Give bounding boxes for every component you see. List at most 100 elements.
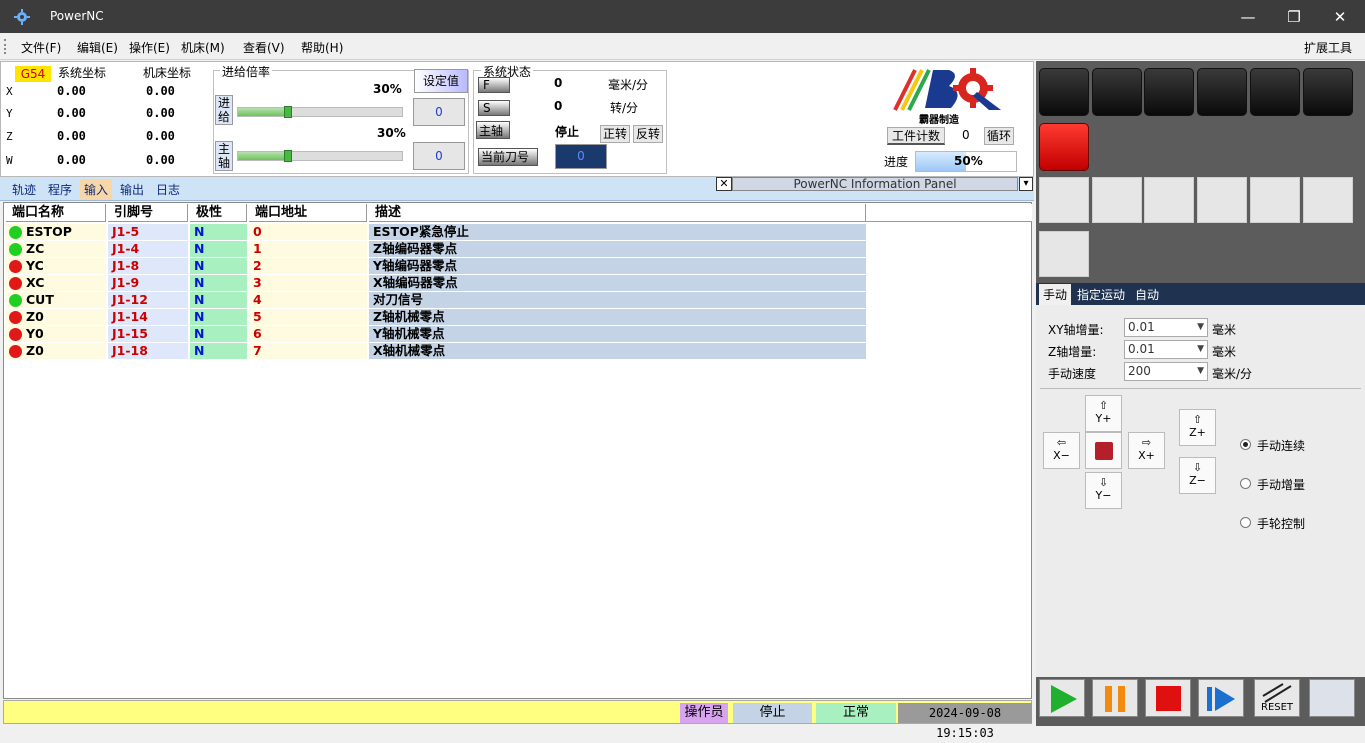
xy-increment-select[interactable]: 0.01 ▼ (1124, 318, 1208, 337)
polarity-cell: N (190, 258, 247, 274)
mode-handwheel-radio[interactable] (1240, 517, 1251, 528)
run-button[interactable] (1039, 679, 1085, 717)
jog-y-minus-label: Y− (1095, 489, 1112, 502)
menu-extensions[interactable]: 扩展工具 (1304, 39, 1352, 56)
port-name-cell: Z0 (6, 309, 106, 325)
feed-rate-value: 0 (554, 76, 563, 90)
blank-control-button[interactable] (1309, 679, 1355, 717)
info-panel-dropdown-button[interactable]: ▾ (1019, 177, 1033, 191)
macro-key-2[interactable] (1092, 68, 1142, 116)
mode-increment-radio[interactable] (1240, 478, 1251, 489)
tab-trajectory[interactable]: 轨迹 (12, 181, 36, 198)
function-key-2[interactable] (1092, 177, 1142, 223)
function-key-7[interactable] (1039, 231, 1089, 277)
z-increment-value: 0.01 (1128, 342, 1155, 356)
jog-y-plus-button[interactable]: ⇧ Y+ (1085, 395, 1122, 432)
description-cell: Y轴编码器零点 (369, 258, 866, 274)
menu-edit[interactable]: 编辑(E) (77, 39, 118, 56)
spindle-slider-thumb[interactable] (283, 150, 292, 162)
tab-program[interactable]: 程序 (48, 181, 72, 198)
pin-cell: J1-5 (108, 224, 188, 240)
menu-view[interactable]: 查看(V) (243, 39, 285, 56)
tab-output[interactable]: 输出 (120, 181, 144, 198)
chevron-down-icon: ▼ (1197, 366, 1204, 376)
z-increment-select[interactable]: 0.01 ▼ (1124, 340, 1208, 359)
function-key-6[interactable] (1303, 177, 1353, 223)
function-key-3[interactable] (1144, 177, 1194, 223)
spindle-set-value[interactable]: 0 (413, 142, 465, 170)
spindle-slider-fill (238, 152, 288, 160)
function-key-1[interactable] (1039, 177, 1089, 223)
feed-slider[interactable] (237, 106, 403, 118)
axis-label: W (6, 154, 13, 167)
macro-key-3[interactable] (1144, 68, 1194, 116)
port-name-cell: XC (6, 275, 106, 291)
info-panel-close-button[interactable]: ✕ (716, 177, 732, 191)
menu-file[interactable]: 文件(F) (21, 39, 61, 56)
table-row[interactable]: Z0 J1-14 N 5 Z轴机械零点 (4, 309, 866, 326)
work-count-button[interactable]: 工件计数 (887, 127, 945, 145)
jog-speed-select[interactable]: 200 ▼ (1124, 362, 1208, 381)
mach-coord-label: 机床坐标 (143, 66, 192, 80)
feed-slider-fill (238, 108, 288, 116)
tab-auto[interactable]: 自动 (1135, 286, 1159, 303)
address-cell: 2 (249, 258, 367, 274)
status-dot-icon (9, 294, 22, 307)
feed-rate-unit: 毫米/分 (608, 78, 649, 92)
emergency-stop-key[interactable] (1039, 123, 1089, 171)
tab-input[interactable]: 输入 (80, 179, 113, 200)
right-control-panel: 手动 指定运动 自动 XY轴增量: 0.01 ▼ 毫米 Z轴增量: 0.01 ▼ 毫… (1036, 61, 1365, 726)
tab-log[interactable]: 日志 (156, 181, 180, 198)
table-row[interactable]: ESTOP J1-5 N 0 ESTOP紧急停止 (4, 224, 866, 241)
feed-label: 进给 (215, 95, 233, 125)
macro-key-5[interactable] (1250, 68, 1300, 116)
reset-button[interactable]: RESET (1254, 679, 1300, 717)
menu-operate[interactable]: 操作(E) (129, 39, 170, 56)
machine-state: 停止 (733, 703, 812, 723)
tab-positioning[interactable]: 指定运动 (1077, 286, 1125, 303)
mode-continuous-radio[interactable] (1240, 439, 1251, 450)
spindle-forward-button[interactable]: 正转 (600, 125, 630, 143)
jog-z-minus-button[interactable]: ⇩ Z− (1179, 457, 1216, 494)
table-row[interactable]: Z0 J1-18 N 7 X轴机械零点 (4, 343, 866, 360)
macro-key-1[interactable] (1039, 68, 1089, 116)
feed-rate-label: F (478, 77, 510, 93)
arrow-left-icon: ⇦ (1056, 436, 1067, 449)
jog-x-plus-button[interactable]: ⇨ X+ (1128, 432, 1165, 469)
sys-coord-w: 0.00 (57, 153, 86, 167)
menu-machine[interactable]: 机床(M) (181, 39, 225, 56)
function-key-5[interactable] (1250, 177, 1300, 223)
table-row[interactable]: Y0 J1-15 N 6 Y轴机械零点 (4, 326, 866, 343)
jog-y-minus-button[interactable]: ⇩ Y− (1085, 472, 1122, 509)
table-row[interactable]: XC J1-9 N 3 X轴编码器零点 (4, 275, 866, 292)
table-row[interactable]: YC J1-8 N 2 Y轴编码器零点 (4, 258, 866, 275)
jog-z-plus-button[interactable]: ⇧ Z+ (1179, 409, 1216, 446)
maximize-button[interactable]: ❐ (1283, 6, 1305, 28)
menu-help[interactable]: 帮助(H) (301, 39, 343, 56)
macro-key-4[interactable] (1197, 68, 1247, 116)
pause-button[interactable] (1092, 679, 1138, 717)
jog-stop-button[interactable] (1085, 432, 1122, 469)
jog-x-minus-button[interactable]: ⇦ X− (1043, 432, 1080, 469)
step-button[interactable] (1198, 679, 1244, 717)
close-button[interactable]: ✕ (1329, 6, 1351, 28)
polarity-cell: N (190, 326, 247, 342)
address-cell: 4 (249, 292, 367, 308)
macro-key-6[interactable] (1303, 68, 1353, 116)
feed-set-value[interactable]: 0 (413, 98, 465, 126)
table-row[interactable]: CUT J1-12 N 4 对刀信号 (4, 292, 866, 309)
port-name: Z0 (26, 309, 44, 324)
spindle-reverse-button[interactable]: 反转 (633, 125, 663, 143)
feed-slider-thumb[interactable] (283, 106, 292, 118)
spindle-slider[interactable] (237, 150, 403, 162)
function-key-4[interactable] (1197, 177, 1247, 223)
cycle-button[interactable]: 循环 (984, 127, 1014, 145)
port-name: XC (26, 275, 45, 290)
description-cell: X轴机械零点 (369, 343, 866, 359)
jog-z-plus-label: Z+ (1189, 426, 1206, 439)
address-cell: 0 (249, 224, 367, 240)
minimize-button[interactable]: — (1237, 6, 1259, 28)
table-row[interactable]: ZC J1-4 N 1 Z轴编码器零点 (4, 241, 866, 258)
stop-button[interactable] (1145, 679, 1191, 717)
tab-manual[interactable]: 手动 (1039, 284, 1072, 305)
